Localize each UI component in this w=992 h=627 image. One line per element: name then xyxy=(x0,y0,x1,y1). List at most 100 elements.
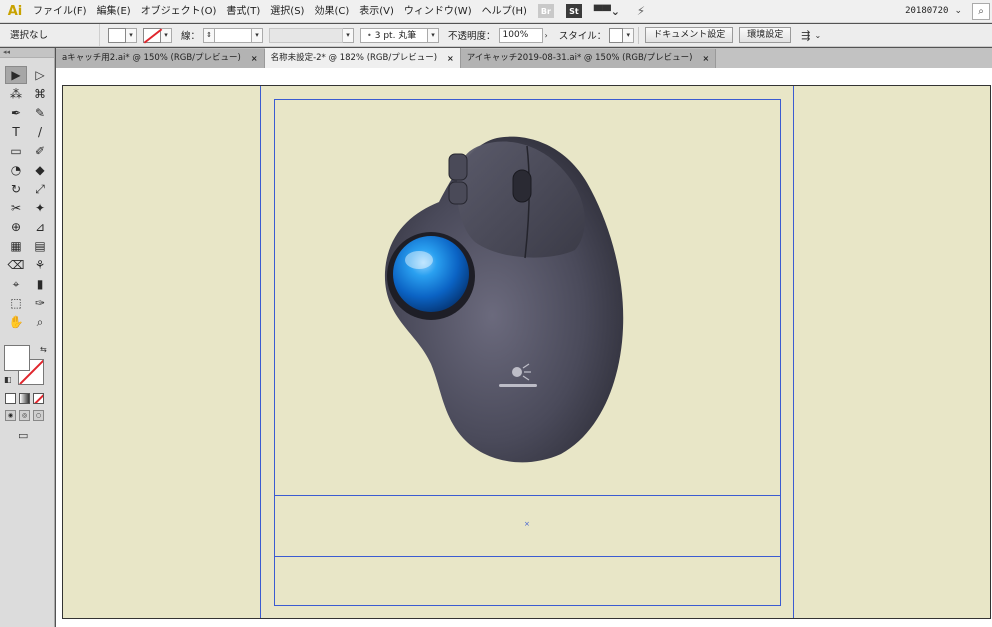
footer-frame-guide[interactable] xyxy=(274,556,781,606)
type-tool-icon[interactable]: T xyxy=(5,123,27,141)
paintbrush-tool-icon[interactable]: ✐ xyxy=(29,142,51,160)
magic-wand-tool-icon[interactable]: ⁂ xyxy=(5,85,27,103)
default-colors-icon[interactable]: ◧ xyxy=(4,375,12,384)
chevron-right-icon[interactable]: › xyxy=(543,31,550,40)
panel-grip-icon[interactable]: ◂◂ xyxy=(0,48,54,58)
perspective-grid-tool-icon[interactable]: ⊿ xyxy=(29,218,51,236)
selection-tool-icon[interactable]: ▶ xyxy=(5,66,27,84)
puppet-warp-tool-icon[interactable]: ✦ xyxy=(29,199,51,217)
menu-effect[interactable]: 効果(C) xyxy=(309,0,354,23)
fill-swatch[interactable] xyxy=(108,27,126,43)
close-icon[interactable]: × xyxy=(447,49,454,68)
tab-label: アイキャッチ2019-08-31.ai* @ 150% (RGB/プレビュー) xyxy=(466,53,693,63)
chevron-down-icon[interactable]: ⌄ xyxy=(813,31,824,40)
none-mode-icon[interactable] xyxy=(33,393,44,404)
fill-stroke-widget: ⇆ ◧ xyxy=(4,345,50,391)
arrange-icon[interactable]: ⇶ xyxy=(799,29,812,42)
profile-dropdown-icon[interactable]: ▾ xyxy=(343,27,355,43)
menu-file[interactable]: ファイル(F) xyxy=(28,0,92,23)
tab-document-2[interactable]: 名称未設定-2* @ 182% (RGB/プレビュー) × xyxy=(264,48,461,68)
draw-behind-icon[interactable]: ◎ xyxy=(19,410,30,421)
menu-view[interactable]: 表示(V) xyxy=(354,0,399,23)
bridge-icon[interactable]: Br xyxy=(537,4,554,18)
app-logo: Ai xyxy=(7,3,23,19)
column-graph-tool-icon[interactable]: ▮ xyxy=(29,275,51,293)
menu-window[interactable]: ウィンドウ(W) xyxy=(399,0,477,23)
mesh-tool-icon[interactable]: ▦ xyxy=(5,237,27,255)
shaper-tool-icon[interactable]: ◔ xyxy=(5,161,27,179)
swap-fill-stroke-icon[interactable]: ⇆ xyxy=(40,345,47,354)
search-icon[interactable]: ⌕ xyxy=(972,2,990,20)
selection-status: 選択なし xyxy=(0,24,100,46)
stroke-swatch[interactable] xyxy=(143,27,161,43)
menu-select[interactable]: 選択(S) xyxy=(265,0,309,23)
draw-inside-icon[interactable]: ○ xyxy=(33,410,44,421)
brush-dropdown-icon[interactable]: ▾ xyxy=(428,27,440,43)
direct-selection-tool-icon[interactable]: ▷ xyxy=(29,66,51,84)
vertical-guide[interactable] xyxy=(793,86,794,618)
menu-edit[interactable]: 編集(E) xyxy=(92,0,136,23)
screen-mode-icon[interactable]: ▭ xyxy=(18,429,28,442)
menu-bar: Ai ファイル(F) 編集(E) オブジェクト(O) 書式(T) 選択(S) 効… xyxy=(0,0,992,23)
stroke-dropdown-icon[interactable]: ▾ xyxy=(161,27,172,43)
gpu-performance-icon[interactable]: ⚡ xyxy=(632,4,650,18)
workspace-switcher[interactable]: 20180720 xyxy=(905,6,954,16)
slice-tool-icon[interactable]: ✑ xyxy=(29,294,51,312)
pen-tool-icon[interactable]: ✒ xyxy=(5,104,27,122)
close-icon[interactable]: × xyxy=(702,49,709,68)
arrange-documents-icon[interactable]: ▀▀⌄ xyxy=(594,4,620,18)
draw-normal-icon[interactable]: ◉ xyxy=(5,410,16,421)
document-setup-button[interactable]: ドキュメント設定 xyxy=(645,27,734,43)
stock-icon[interactable]: St xyxy=(565,4,582,18)
center-point-icon: × xyxy=(524,520,530,528)
eyedropper-tool-icon[interactable]: ⌫ xyxy=(5,256,27,274)
zoom-tool-icon[interactable]: ⌕ xyxy=(29,313,51,331)
fill-dropdown-icon[interactable]: ▾ xyxy=(126,27,137,43)
preferences-button[interactable]: 環境設定 xyxy=(739,27,792,43)
lasso-tool-icon[interactable]: ⌘ xyxy=(29,85,51,103)
color-mode-icon[interactable] xyxy=(5,393,16,404)
variable-width-profile[interactable] xyxy=(269,27,344,43)
line-tool-icon[interactable]: / xyxy=(29,123,51,141)
tab-label: aキャッチ用2.ai* @ 150% (RGB/プレビュー) xyxy=(62,53,241,63)
stroke-weight-field[interactable] xyxy=(214,27,253,43)
menu-help[interactable]: ヘルプ(H) xyxy=(477,0,532,23)
stroke-weight-stepper[interactable]: ⇕ xyxy=(203,27,215,43)
close-icon[interactable]: × xyxy=(251,49,258,68)
artboard-tool-icon[interactable]: ⬚ xyxy=(5,294,27,312)
brush-definition[interactable]: • 3 pt. 丸筆 xyxy=(360,27,429,43)
scale-tool-icon[interactable]: ⤢ xyxy=(29,180,51,198)
stroke-weight-dropdown-icon[interactable]: ▾ xyxy=(252,27,264,43)
shape-builder-tool-icon[interactable]: ⊕ xyxy=(5,218,27,236)
vertical-guide[interactable] xyxy=(260,86,261,618)
chevron-down-icon[interactable]: ⌄ xyxy=(954,6,972,16)
tools-panel: ◂◂ ▶ ▷ ⁂ ⌘ ✒ ✎ T / ▭ ✐ ◔ ◆ ↻ ⤢ ✂ ✦ ⊕ ⊿ ▦… xyxy=(0,48,55,627)
style-dropdown-icon[interactable]: ▾ xyxy=(623,27,635,43)
symbol-sprayer-tool-icon[interactable]: ⌖ xyxy=(5,275,27,293)
width-tool-icon[interactable]: ✂ xyxy=(5,199,27,217)
graphic-style-swatch[interactable] xyxy=(609,27,624,43)
hand-tool-icon[interactable]: ✋ xyxy=(5,313,27,331)
opacity-label: 不透明度： xyxy=(448,31,496,42)
opacity-field[interactable]: 100% xyxy=(498,27,543,43)
brush-dot-icon: • xyxy=(367,30,372,40)
gradient-tool-icon[interactable]: ▤ xyxy=(29,237,51,255)
document-tab-bar: aキャッチ用2.ai* @ 150% (RGB/プレビュー) × 名称未設定-2… xyxy=(56,48,992,68)
gradient-mode-icon[interactable] xyxy=(19,393,30,404)
blend-tool-icon[interactable]: ⚘ xyxy=(29,256,51,274)
rectangle-tool-icon[interactable]: ▭ xyxy=(5,142,27,160)
curvature-tool-icon[interactable]: ✎ xyxy=(29,104,51,122)
rotate-tool-icon[interactable]: ↻ xyxy=(5,180,27,198)
tab-document-3[interactable]: アイキャッチ2019-08-31.ai* @ 150% (RGB/プレビュー) … xyxy=(460,49,717,68)
style-label: スタイル： xyxy=(558,31,607,42)
control-bar: 選択なし ▾ ▾ 線： ⇕ ▾ ▾ • 3 pt. 丸筆 ▾ 不透明度： 100%… xyxy=(0,24,992,47)
menu-object[interactable]: オブジェクト(O) xyxy=(136,0,222,23)
tab-document-1[interactable]: aキャッチ用2.ai* @ 150% (RGB/プレビュー) × xyxy=(56,49,265,68)
tab-label: 名称未設定-2* @ 182% (RGB/プレビュー) xyxy=(270,52,438,63)
trackball-mouse-image[interactable] xyxy=(379,132,627,468)
document-canvas[interactable]: × xyxy=(56,68,992,627)
fill-color-swatch[interactable] xyxy=(4,345,30,371)
artboard[interactable]: × xyxy=(62,85,991,619)
eraser-tool-icon[interactable]: ◆ xyxy=(29,161,51,179)
menu-type[interactable]: 書式(T) xyxy=(221,0,265,23)
